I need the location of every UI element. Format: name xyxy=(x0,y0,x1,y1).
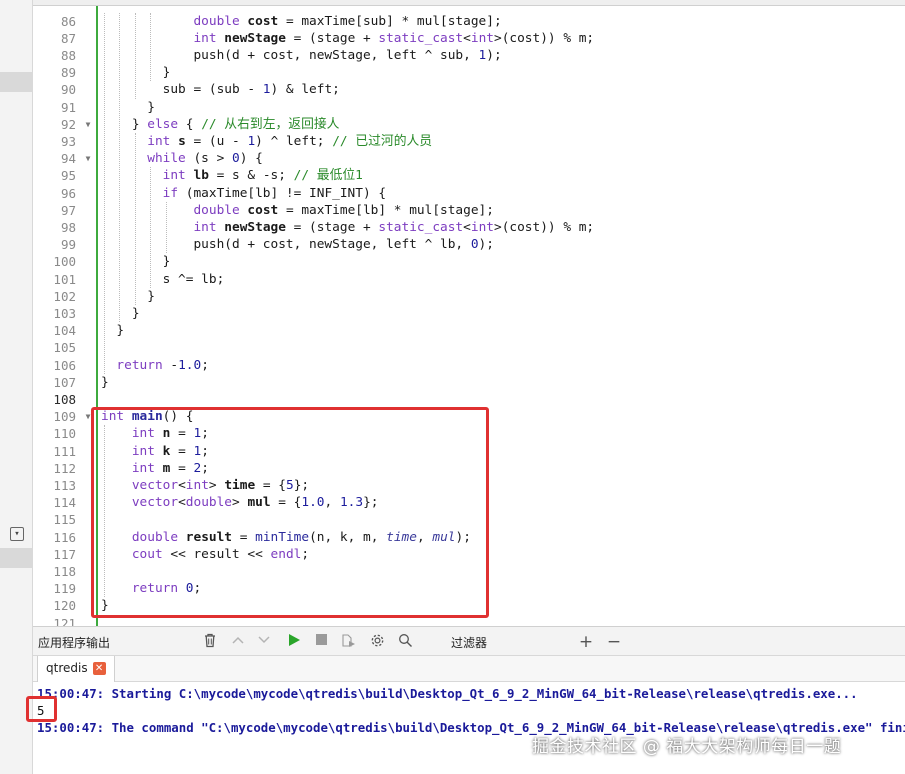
highlight-box-main xyxy=(91,407,489,618)
line-number: 112 xyxy=(53,460,76,476)
line-number-gutter: 86 87 88 89 90 91 92 ▼ 93 94 ▼ 95 96 97 98 99 100 101 102 1… xyxy=(33,6,95,626)
search-icon[interactable] xyxy=(396,633,414,651)
filter-input[interactable]: 过滤器 xyxy=(451,634,487,651)
output-panel-title[interactable]: 应用程序输出 xyxy=(38,634,110,651)
line-number: 103 xyxy=(53,305,76,321)
line-number: 117 xyxy=(53,546,76,562)
code-line: int newStage = (stage + static_cast<int>… xyxy=(193,219,595,235)
tab-label: qtredis xyxy=(46,661,88,675)
line-number: 95 xyxy=(60,168,76,184)
code-line: } xyxy=(101,99,155,115)
line-number: 115 xyxy=(53,512,76,528)
line-number: 93 xyxy=(60,133,76,149)
line-number: 106 xyxy=(53,357,76,373)
code-line: double cost = maxTime[sub] * mul[stage]; xyxy=(193,13,502,29)
output-toolbar: 应用程序输出 过滤器 + − xyxy=(33,626,905,656)
stop-icon[interactable] xyxy=(312,633,330,651)
gear-icon[interactable] xyxy=(368,633,386,651)
run-icon[interactable] xyxy=(285,633,303,651)
line-number: 99 xyxy=(60,237,76,253)
code-line: if (maxTime[lb] != INF_INT) { xyxy=(162,185,387,201)
chevron-down-icon[interactable] xyxy=(255,633,273,651)
code-line: int newStage = (stage + static_cast<int>… xyxy=(193,30,595,46)
line-number: 109 xyxy=(53,409,76,425)
output-line: 15:00:47: Starting C:\mycode\mycode\qtre… xyxy=(37,686,858,701)
output-tab-bar: qtredis ✕ xyxy=(33,656,905,682)
side-panel-selected-row[interactable] xyxy=(0,72,33,92)
side-panel-selected-row[interactable] xyxy=(0,548,33,568)
line-number: 102 xyxy=(53,288,76,304)
fold-arrow-icon[interactable]: ▼ xyxy=(83,116,93,133)
line-number: 88 xyxy=(60,47,76,63)
indent-guide xyxy=(165,201,167,254)
indent-guide xyxy=(150,12,152,82)
line-number: 107 xyxy=(53,374,76,390)
line-number: 96 xyxy=(60,185,76,201)
indent-guide xyxy=(134,132,136,305)
code-line: while (s > 0) { xyxy=(147,151,263,167)
code-line: push(d + cost, newStage, left ^ lb, 0); xyxy=(101,237,494,253)
chevron-up-icon[interactable] xyxy=(229,633,247,651)
attach-icon[interactable] xyxy=(340,633,358,651)
code-line: int lb = s & -s; // 最低位1 xyxy=(162,168,363,184)
line-number: 121 xyxy=(53,615,76,627)
code-line: return -1.0; xyxy=(116,357,209,373)
line-number: 91 xyxy=(60,99,76,115)
line-number: 110 xyxy=(53,426,76,442)
line-number: 87 xyxy=(60,30,76,46)
line-number: 120 xyxy=(53,598,76,614)
line-number: 111 xyxy=(53,443,76,459)
close-icon[interactable]: ✕ xyxy=(92,662,106,675)
line-number: 94 xyxy=(60,151,76,167)
minus-icon[interactable]: − xyxy=(605,633,623,651)
line-number: 114 xyxy=(53,495,76,511)
line-number: 116 xyxy=(53,529,76,545)
tab-qtredis[interactable]: qtredis ✕ xyxy=(37,656,115,682)
line-number: 89 xyxy=(60,65,76,81)
line-number: 101 xyxy=(53,271,76,287)
fold-arrow-icon[interactable]: ▼ xyxy=(83,150,93,167)
code-line: push(d + cost, newStage, left ^ sub, 1); xyxy=(101,47,502,63)
line-number: 119 xyxy=(53,581,76,597)
line-number: 100 xyxy=(53,254,76,270)
line-number: 104 xyxy=(53,323,76,339)
line-number: 118 xyxy=(53,563,76,579)
line-number: 98 xyxy=(60,219,76,235)
line-number: 90 xyxy=(60,82,76,98)
code-line: } xyxy=(101,288,155,304)
line-number: 113 xyxy=(53,477,76,493)
code-line: } xyxy=(101,374,109,390)
left-side-panel: ▾ xyxy=(0,0,33,774)
indent-guide xyxy=(104,12,105,374)
code-line: sub = (sub - 1) & left; xyxy=(101,82,340,98)
line-number: 92 xyxy=(60,116,76,132)
line-number: 108 xyxy=(53,391,76,407)
application-output[interactable]: 15:00:47: Starting C:\mycode\mycode\qtre… xyxy=(33,682,905,774)
highlight-box-result xyxy=(26,696,57,722)
plus-icon[interactable]: + xyxy=(577,633,595,651)
code-line: } else { // 从右到左，返回接人 xyxy=(101,116,340,132)
code-line: int s = (u - 1) ^ left; // 已过河的人员 xyxy=(147,133,433,149)
collapse-icon[interactable]: ▾ xyxy=(10,527,24,541)
indent-guide xyxy=(150,167,152,288)
indent-guide xyxy=(134,12,136,99)
watermark: 掘金技术社区 @ 福大大架构师每日一题 xyxy=(532,737,842,757)
indent-guide xyxy=(119,12,121,323)
line-number: 86 xyxy=(60,13,76,29)
line-number: 105 xyxy=(53,340,76,356)
trash-icon[interactable] xyxy=(201,633,219,651)
code-line: double cost = maxTime[lb] * mul[stage]; xyxy=(193,202,494,218)
line-number: 97 xyxy=(60,202,76,218)
